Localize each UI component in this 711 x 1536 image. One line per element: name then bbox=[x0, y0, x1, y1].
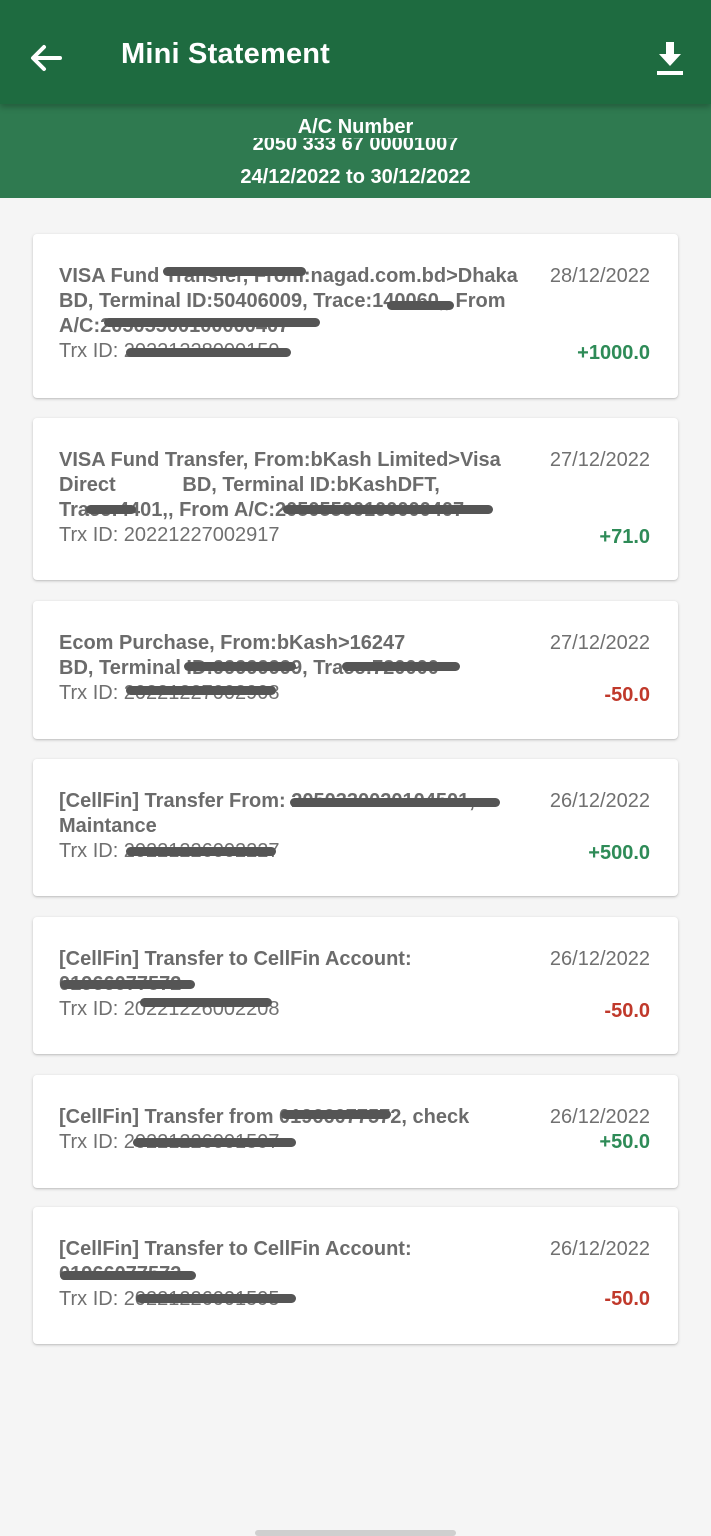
transaction-description: [CellFin] Transfer to CellFin Account:01… bbox=[59, 947, 519, 997]
back-button[interactable] bbox=[22, 34, 70, 82]
description-line: Direct BD, Terminal ID:bKashDFT, bbox=[59, 474, 440, 496]
redaction-scribble bbox=[184, 662, 296, 671]
transaction-amount: +50.0 bbox=[599, 1131, 650, 1153]
statement-period: 24/12/2022 to 30/12/2022 bbox=[240, 166, 471, 188]
description-line: [CellFin] Transfer to CellFin Account: bbox=[59, 948, 412, 970]
transaction-date: 27/12/2022 bbox=[549, 449, 650, 471]
transaction-amount: +71.0 bbox=[599, 526, 650, 548]
app-bar: Mini Statement bbox=[0, 0, 711, 104]
redaction-scribble bbox=[126, 847, 276, 856]
transaction-description: [CellFin] Transfer From: 205033002010450… bbox=[59, 789, 519, 839]
redaction-scribble bbox=[104, 318, 320, 327]
description-line: Maintance bbox=[59, 815, 157, 837]
transaction-card[interactable]: VISA Fund Transfer, From:nagad.com.bd>Dh… bbox=[33, 234, 678, 398]
transaction-card[interactable]: [CellFin] Transfer From: 205033002010450… bbox=[33, 759, 678, 896]
account-header: A/C Number 2050 333 67 00001007 24/12/20… bbox=[0, 104, 711, 198]
redaction-scribble bbox=[133, 1138, 296, 1147]
account-number: 2050 333 67 00001007 bbox=[252, 138, 459, 150]
redaction-scribble bbox=[290, 798, 500, 807]
redaction-scribble bbox=[126, 686, 276, 695]
description-line: Ecom Purchase, From:bKash>16247 bbox=[59, 632, 406, 654]
transaction-amount: +1000.0 bbox=[577, 342, 650, 364]
transaction-date: 28/12/2022 bbox=[549, 265, 650, 287]
redaction-scribble bbox=[126, 348, 291, 357]
redaction-scribble bbox=[60, 980, 195, 989]
transaction-id: Trx ID: 20221227002917 bbox=[59, 524, 280, 546]
transaction-card[interactable]: [CellFin] Transfer to CellFin Account:01… bbox=[33, 917, 678, 1054]
transaction-card[interactable]: [CellFin] Transfer to CellFin Account:01… bbox=[33, 1207, 678, 1344]
transaction-card[interactable]: [CellFin] Transfer from 01966077572, che… bbox=[33, 1075, 678, 1188]
redaction-scribble bbox=[342, 662, 460, 671]
transaction-card[interactable]: VISA Fund Transfer, From:bKash Limited>V… bbox=[33, 418, 678, 580]
transaction-date: 26/12/2022 bbox=[549, 1238, 650, 1260]
transaction-description: Ecom Purchase, From:bKash>16247 BD, Termi… bbox=[59, 631, 519, 681]
description-line: VISA Fund Transfer, From:bKash Limited>V… bbox=[59, 449, 501, 471]
redaction-scribble bbox=[281, 1110, 391, 1119]
page-title: Mini Statement bbox=[121, 38, 331, 70]
redaction-scribble bbox=[136, 1294, 296, 1303]
download-icon bbox=[657, 42, 683, 75]
redaction-scribble bbox=[86, 505, 136, 514]
redaction-scribble bbox=[140, 998, 272, 1007]
transaction-date: 27/12/2022 bbox=[549, 632, 650, 654]
transaction-amount: -50.0 bbox=[604, 684, 650, 706]
redaction-scribble bbox=[163, 267, 306, 276]
redaction-scribble bbox=[387, 301, 454, 310]
redaction-scribble bbox=[283, 505, 493, 514]
description-line: [CellFin] Transfer to CellFin Account: bbox=[59, 1238, 412, 1260]
transaction-amount: +500.0 bbox=[588, 842, 650, 864]
redaction-scribble bbox=[60, 1271, 196, 1280]
transaction-date: 26/12/2022 bbox=[549, 948, 650, 970]
transaction-card[interactable]: Ecom Purchase, From:bKash>16247 BD, Termi… bbox=[33, 601, 678, 739]
transaction-date: 26/12/2022 bbox=[549, 790, 650, 812]
arrow-left-icon bbox=[31, 45, 62, 71]
transaction-date: 26/12/2022 bbox=[549, 1106, 650, 1128]
home-indicator bbox=[255, 1530, 456, 1536]
transaction-amount: -50.0 bbox=[604, 1000, 650, 1022]
transaction-amount: -50.0 bbox=[604, 1288, 650, 1310]
download-button[interactable] bbox=[645, 34, 695, 84]
account-number-label: A/C Number bbox=[297, 116, 414, 138]
